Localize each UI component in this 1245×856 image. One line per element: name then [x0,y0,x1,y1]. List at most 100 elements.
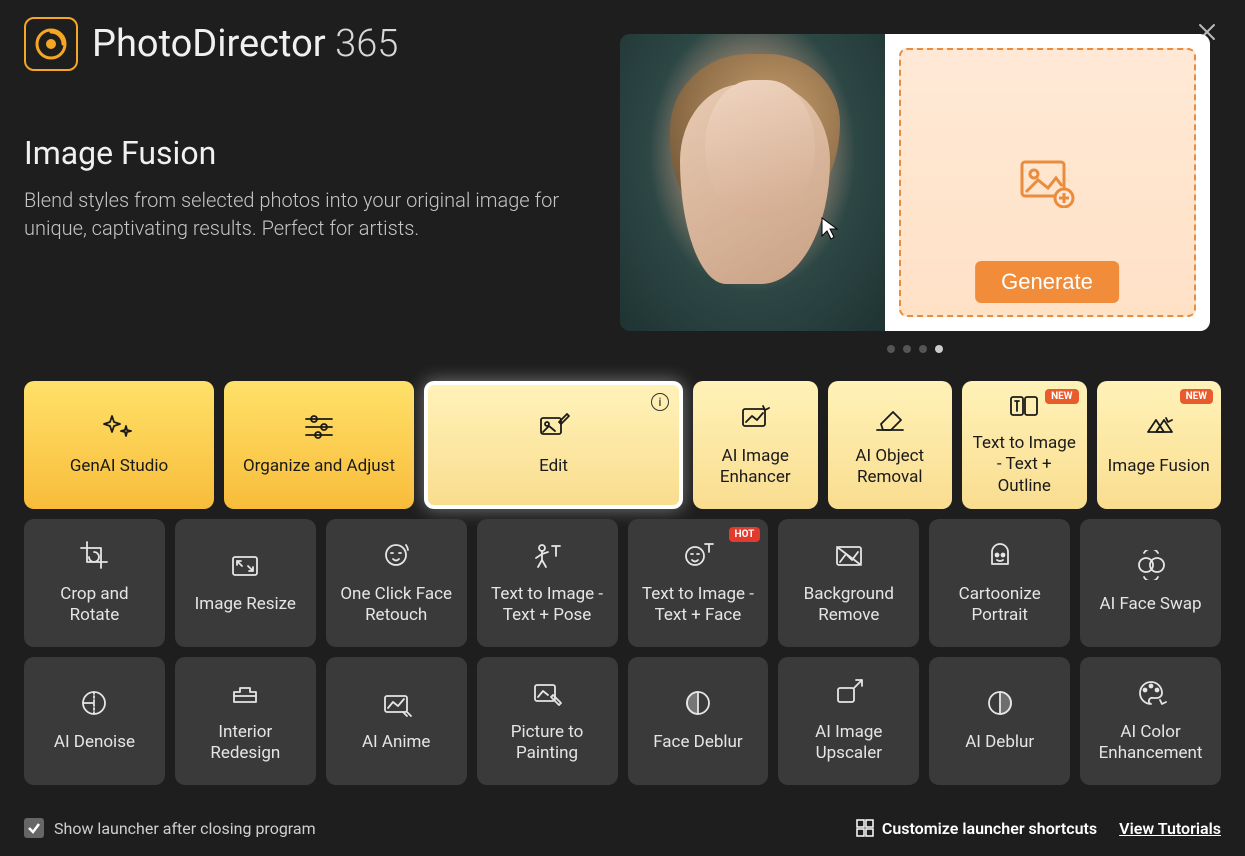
cursor-icon [820,216,840,240]
pager-dot-3[interactable] [935,345,943,353]
tile-ai-image-enhancer[interactable]: AI Image Enhancer [693,381,818,509]
painting-icon [530,676,564,710]
tile-face-retouch[interactable]: One Click Face Retouch [326,519,467,647]
tile-ai-upscaler[interactable]: AI Image Upscaler [778,657,919,785]
tile-ai-denoise[interactable]: AI Denoise [24,657,165,785]
tile-label: Image Fusion [1108,456,1210,477]
show-launcher-checkbox[interactable] [24,818,44,838]
tile-label: Crop and Rotate [34,584,155,627]
tile-image-resize[interactable]: Image Resize [175,519,316,647]
tile-ai-anime[interactable]: AI Anime [326,657,467,785]
grid-icon [856,819,874,837]
app-logo [24,17,78,71]
tile-label: Text to Image - Text + Pose [487,584,608,627]
pager-dot-0[interactable] [887,345,895,353]
tile-genai-studio[interactable]: GenAI Studio [24,381,214,509]
hero-pager[interactable] [887,345,943,353]
face-swap-icon [1134,548,1168,582]
tile-ai-deblur[interactable]: AI Deblur [929,657,1070,785]
tile-label: Cartoonize Portrait [939,584,1060,627]
tile-label: AI Face Swap [1100,594,1202,615]
crop-icon [77,538,111,572]
preview-target-panel: Generate [885,34,1210,331]
tile-label: Interior Redesign [185,722,306,765]
pager-dot-2[interactable] [919,345,927,353]
tile-label: One Click Face Retouch [336,584,457,627]
badge-hot: HOT [729,527,761,542]
show-launcher-label: Show launcher after closing program [54,819,316,838]
customize-shortcuts-label: Customize launcher shortcuts [882,819,1097,838]
tile-bg-remove[interactable]: Background Remove [778,519,919,647]
face-retouch-icon [379,538,413,572]
face-tti-icon [681,538,715,572]
hero-title: Image Fusion [24,134,584,172]
tile-tti-pose[interactable]: Text to Image - Text + Pose [477,519,618,647]
tile-label: Text to Image - Text + Face [638,584,759,627]
tile-label: AI Image Upscaler [788,722,909,765]
tile-edit[interactable]: Edit i [424,381,683,509]
tile-face-deblur[interactable]: Face Deblur [628,657,769,785]
image-plus-icon [1018,158,1076,208]
cartoon-icon [983,538,1017,572]
info-icon[interactable]: i [651,393,669,411]
pose-icon [530,538,564,572]
tile-label: AI Image Enhancer [703,446,808,489]
drop-zone[interactable]: Generate [899,48,1196,317]
tile-label: AI Anime [362,732,430,753]
tile-image-fusion[interactable]: Image Fusion NEW [1097,381,1222,509]
interior-icon [228,676,262,710]
tile-label: AI Color Enhancement [1090,722,1211,765]
tile-face-swap[interactable]: AI Face Swap [1080,519,1221,647]
resize-icon [228,548,262,582]
upscale-icon [832,676,866,710]
tile-text-to-image-outline[interactable]: Text to Image - Text + Outline NEW [962,381,1087,509]
tile-organize-adjust[interactable]: Organize and Adjust [224,381,414,509]
tile-label: Text to Image - Text + Outline [972,433,1077,497]
eraser-icon [873,400,907,434]
tiles-row-2: Crop and Rotate Image Resize One Click Fac… [24,519,1221,647]
preview-source-image [620,34,885,331]
tile-label: Background Remove [788,584,909,627]
footer: Show launcher after closing program Cust… [24,804,1221,838]
anime-icon [379,686,413,720]
tile-label: AI Object Removal [838,446,943,489]
deblur2-icon [983,686,1017,720]
hero-description: Blend styles from selected photos into y… [24,186,584,242]
hero-preview: Generate [608,134,1221,353]
view-tutorials-link[interactable]: View Tutorials [1119,819,1221,838]
preview-card[interactable]: Generate [620,34,1210,331]
tile-label: Face Deblur [653,732,742,753]
tile-interior-redesign[interactable]: Interior Redesign [175,657,316,785]
tti-outline-icon [1007,391,1041,421]
app-title: PhotoDirector 365 [92,22,398,66]
hero: Image Fusion Blend styles from selected … [24,134,1221,353]
hero-text: Image Fusion Blend styles from selected … [24,134,584,353]
badge-new: NEW [1045,389,1078,404]
tile-label: Picture to Painting [487,722,608,765]
customize-shortcuts-button[interactable]: Customize launcher shortcuts [856,819,1097,838]
tile-label: AI Deblur [965,732,1034,753]
color-icon [1134,676,1168,710]
denoise-icon [77,686,111,720]
tile-picture-painting[interactable]: Picture to Painting [477,657,618,785]
tile-label: AI Denoise [54,732,135,753]
sparkles-icon [102,410,136,444]
fusion-icon [1142,410,1176,444]
tile-cartoonize[interactable]: Cartoonize Portrait [929,519,1070,647]
generate-button[interactable]: Generate [975,261,1119,303]
tile-ai-color[interactable]: AI Color Enhancement [1080,657,1221,785]
tiles-row-featured: GenAI Studio Organize and Adjust Edit i AI I… [24,381,1221,509]
deblur-icon [681,686,715,720]
tile-label: Edit [539,456,568,477]
tile-label: Organize and Adjust [243,456,395,477]
tile-tti-face[interactable]: Text to Image - Text + Face HOT [628,519,769,647]
tile-crop-rotate[interactable]: Crop and Rotate [24,519,165,647]
badge-new: NEW [1180,389,1213,404]
tile-ai-object-removal[interactable]: AI Object Removal [828,381,953,509]
bg-remove-icon [832,538,866,572]
app-name: PhotoDirector [92,22,326,66]
tiles-row-3: AI Denoise Interior Redesign AI Anime Pictu… [24,657,1221,785]
pager-dot-1[interactable] [903,345,911,353]
enhance-icon [738,400,772,434]
tile-label: GenAI Studio [70,456,168,477]
